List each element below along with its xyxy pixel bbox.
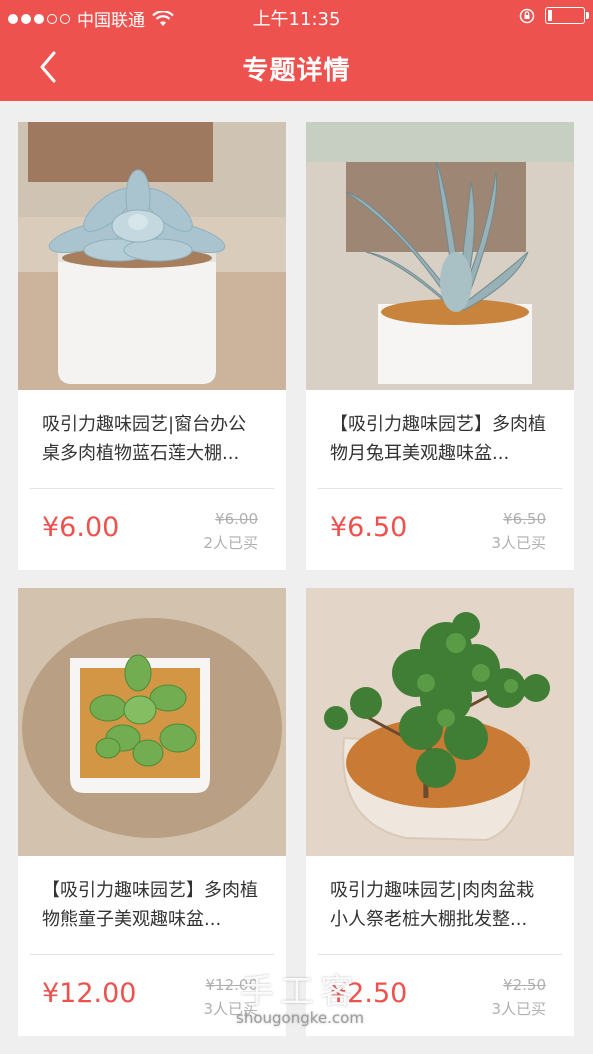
divider <box>30 488 274 489</box>
product-card[interactable]: 【吸引力趣味园艺】多肉植物月兔耳美观趣味盆... ¥6.50 ¥6.50 3人已… <box>306 122 574 570</box>
product-price: ¥6.00 <box>42 512 120 543</box>
sold-count: 3人已买 <box>203 1000 258 1018</box>
product-image[interactable] <box>306 122 574 390</box>
bears-paw-photo <box>18 588 286 856</box>
original-price: ¥6.00 <box>215 510 258 528</box>
divider <box>30 954 274 955</box>
product-name[interactable]: 吸引力趣味园艺|肉肉盆栽小人祭老桩大棚批发整... <box>330 876 552 934</box>
navigation-bar: 专题详情 <box>0 33 593 101</box>
battery-icon <box>545 7 589 24</box>
sold-count: 3人已买 <box>491 1000 546 1018</box>
product-name[interactable]: 【吸引力趣味园艺】多肉植物月兔耳美观趣味盆... <box>330 410 552 468</box>
product-name[interactable]: 【吸引力趣味园艺】多肉植物熊童子美观趣味盆... <box>42 876 264 934</box>
product-card[interactable]: 吸引力趣味园艺|肉肉盆栽小人祭老桩大棚批发整... ¥2.50 ¥2.50 3人… <box>306 588 574 1036</box>
product-price: ¥6.50 <box>330 512 408 543</box>
product-name[interactable]: 吸引力趣味园艺|窗台办公桌多肉植物蓝石莲大棚... <box>42 410 264 468</box>
divider <box>318 488 562 489</box>
panda-plant-photo <box>306 122 574 390</box>
status-bar: 中国联通 上午11:35 <box>0 0 593 33</box>
product-image[interactable] <box>18 588 286 856</box>
divider <box>318 954 562 955</box>
product-price: ¥12.00 <box>42 978 137 1009</box>
product-price: ¥2.50 <box>330 978 408 1009</box>
status-time: 上午11:35 <box>252 9 341 30</box>
original-price: ¥2.50 <box>503 976 546 994</box>
page-title: 专题详情 <box>242 56 351 86</box>
top-bar: 中国联通 上午11:35 专题详情 <box>0 0 593 101</box>
sold-count: 2人已买 <box>203 534 258 552</box>
bonsai-succulent-photo <box>306 588 574 856</box>
sold-count: 3人已买 <box>491 534 546 552</box>
original-price: ¥6.50 <box>503 510 546 528</box>
product-image[interactable] <box>18 122 286 390</box>
original-price: ¥12.00 <box>205 976 259 994</box>
orientation-lock-icon <box>519 8 535 23</box>
product-card[interactable]: 吸引力趣味园艺|窗台办公桌多肉植物蓝石莲大棚... ¥6.00 ¥6.00 2人… <box>18 122 286 570</box>
product-card[interactable]: 【吸引力趣味园艺】多肉植物熊童子美观趣味盆... ¥12.00 ¥12.00 3… <box>18 588 286 1036</box>
product-image[interactable] <box>306 588 574 856</box>
echeveria-photo <box>18 122 286 390</box>
